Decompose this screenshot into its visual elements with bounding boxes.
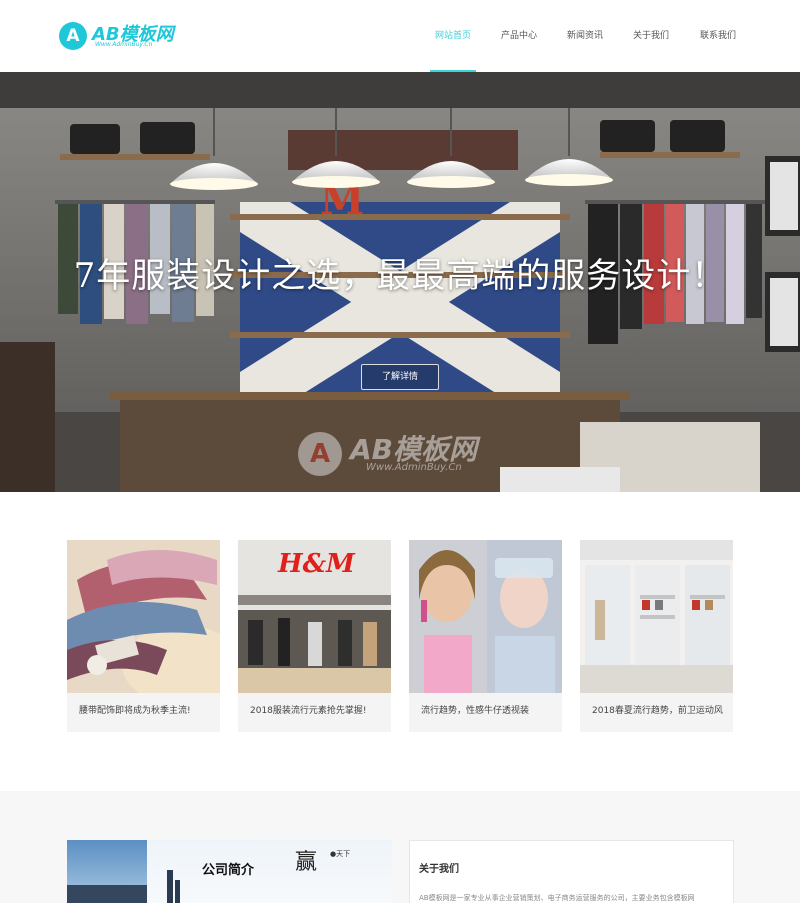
about-title: 关于我们 [419, 864, 459, 875]
site-header: A AB模板网 Www.AdminBuy.Cn 网站首页 产品中心 新闻资讯 关… [0, 0, 800, 72]
watermark-letter: A [309, 439, 331, 469]
nav-item-home[interactable]: 网站首页 [420, 0, 486, 72]
watermark-subtitle: Www.AdminBuy.Cn [366, 462, 462, 473]
nav-item-about[interactable]: 关于我们 [618, 0, 684, 72]
learn-more-button[interactable]: 了解详情 [361, 364, 439, 390]
nav-item-products[interactable]: 产品中心 [486, 0, 552, 72]
product-title: 腰带配饰即将成为秋季主流! [79, 706, 191, 716]
product-title: 2018春夏流行趋势，前卫运动风 [592, 706, 723, 716]
logo-letter: A [66, 26, 80, 46]
about-image-brush-text: 赢 [295, 850, 318, 875]
product-card[interactable]: 2018春夏流行趋势，前卫运动风 [580, 540, 733, 732]
banner-title: 7年服装设计之选，最最高端的服务设计！ [73, 256, 727, 296]
about-section: 公司简介 赢 ●天下 关于我们 AB模板网是一家专业从事企业营销策划、电子商务运… [0, 791, 800, 903]
about-text: AB模板网是一家专业从事企业营销策划、电子商务运营服务的公司，主要业务包含模板网 [419, 894, 695, 902]
product-image-store: H&M [238, 540, 391, 693]
product-list: 腰带配饰即将成为秋季主流! H&M 2018服装流行元素抢先掌握! 流行趋势，性… [67, 540, 734, 732]
about-image-small-text: ●天下 [330, 850, 351, 858]
product-title: 流行趋势，性感牛仔透视装 [421, 706, 530, 716]
main-nav: 网站首页 产品中心 新闻资讯 关于我们 联系我们 [420, 0, 752, 72]
watermark: A AB模板网 Www.AdminBuy.Cn [298, 424, 518, 484]
product-image-boutique [580, 540, 733, 693]
product-image-models [409, 540, 562, 693]
nav-item-news[interactable]: 新闻资讯 [552, 0, 618, 72]
svg-text:H&M: H&M [277, 549, 356, 579]
about-box: 关于我们 AB模板网是一家专业从事企业营销策划、电子商务运营服务的公司，主要业务… [409, 840, 734, 903]
product-card[interactable]: 流行趋势，性感牛仔透视装 [409, 540, 562, 732]
about-image: 公司简介 赢 ●天下 [67, 840, 392, 903]
nav-item-contact[interactable]: 联系我们 [684, 0, 752, 72]
hero-banner: M 7年服装设计之选，最最高端的服务设计！ 了解详情 A AB模板网 Www.A… [0, 72, 800, 492]
logo-subtitle: Www.AdminBuy.Cn [95, 41, 153, 48]
product-card[interactable]: H&M 2018服装流行元素抢先掌握! [238, 540, 391, 732]
about-image-caption: 公司简介 [202, 863, 255, 878]
product-title: 2018服装流行元素抢先掌握! [250, 706, 367, 716]
site-logo[interactable]: A AB模板网 Www.AdminBuy.Cn [59, 20, 184, 52]
product-card[interactable]: 腰带配饰即将成为秋季主流! [67, 540, 220, 732]
product-image-belts [67, 540, 220, 693]
